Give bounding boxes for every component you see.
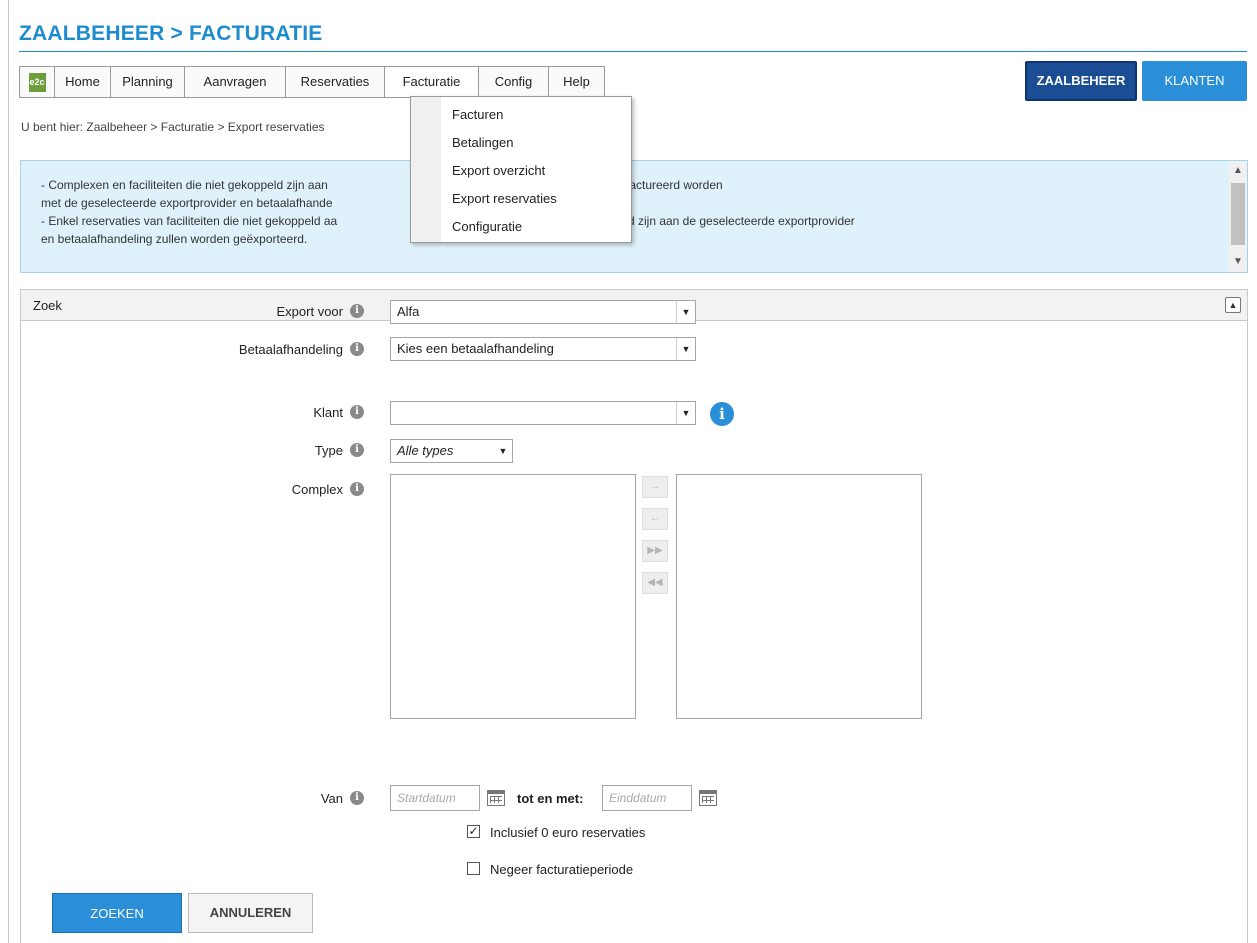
klant-label: Klant: [313, 405, 343, 420]
export-voor-label: Export voor: [276, 304, 343, 319]
betaalafhandeling-label: Betaalafhandeling: [238, 342, 343, 357]
info-icon[interactable]: i: [350, 791, 364, 805]
nav-item-config[interactable]: Config: [479, 67, 549, 97]
menu-item-betalingen[interactable]: Betalingen: [452, 135, 513, 150]
negeer-facturatieperiode-checkbox[interactable]: [467, 862, 480, 875]
scroll-thumb[interactable]: [1231, 183, 1245, 245]
facturatie-dropdown-menu: Facturen Betalingen Export overzicht Exp…: [410, 96, 632, 243]
logo-icon: e2c: [28, 72, 46, 92]
info-icon[interactable]: i: [350, 304, 364, 318]
export-voor-value: Alfa: [397, 304, 420, 319]
betaalafhandeling-select[interactable]: Kies een betaalafhandeling ▼: [390, 337, 696, 361]
breadcrumb: U bent hier: Zaalbeheer > Facturatie > E…: [21, 120, 325, 134]
cancel-button[interactable]: ANNULEREN: [188, 893, 313, 933]
move-left-icon[interactable]: ←: [642, 508, 668, 530]
window-border: [8, 0, 9, 943]
nav-item-planning[interactable]: Planning: [111, 67, 185, 97]
zaalbeheer-button[interactable]: ZAALBEHEER: [1025, 61, 1137, 101]
info-icon[interactable]: i: [350, 443, 364, 457]
export-voor-select[interactable]: Alfa ▼: [390, 300, 696, 324]
info-icon[interactable]: i: [350, 342, 364, 356]
chevron-down-icon: ▼: [676, 301, 695, 323]
klanten-button[interactable]: KLANTEN: [1142, 61, 1247, 101]
app-logo[interactable]: e2c: [20, 67, 55, 97]
inclusief-0-euro-checkbox[interactable]: ✓: [467, 825, 480, 838]
inclusief-0-euro-label: Inclusief 0 euro reservaties: [490, 825, 646, 840]
collapse-icon[interactable]: ▲: [1225, 297, 1241, 313]
nav-item-aanvragen[interactable]: Aanvragen: [185, 67, 286, 97]
search-button[interactable]: ZOEKEN: [52, 893, 182, 933]
move-all-left-icon[interactable]: ◀◀: [642, 572, 668, 594]
info-line: en betaalafhandeling zullen worden geëxp…: [41, 232, 308, 246]
scroll-down-icon[interactable]: ▼: [1229, 254, 1247, 270]
van-label: Van: [320, 791, 343, 806]
menu-item-export-reservaties[interactable]: Export reservaties: [452, 191, 557, 206]
panel-title: Zoek: [33, 298, 62, 313]
menu-item-configuratie[interactable]: Configuratie: [452, 219, 522, 234]
info-message: - Complexen en faciliteiten die niet gek…: [20, 160, 1248, 273]
page-title: ZAALBEHEER > FACTURATIE: [19, 22, 323, 45]
info-icon[interactable]: i: [350, 482, 364, 496]
chevron-down-icon: ▼: [676, 402, 695, 424]
nav-item-facturatie[interactable]: Facturatie: [385, 67, 479, 97]
nav-item-help[interactable]: Help: [549, 67, 604, 97]
chevron-down-icon: ▼: [676, 338, 695, 360]
nav-item-home[interactable]: Home: [55, 67, 111, 97]
betaalafhandeling-value: Kies een betaalafhandeling: [397, 341, 554, 356]
info-icon[interactable]: i: [350, 405, 364, 419]
type-value: Alle types: [397, 443, 454, 458]
complex-label: Complex: [291, 482, 343, 497]
type-select[interactable]: Alle types ▼: [390, 439, 513, 463]
klant-select[interactable]: ▼: [390, 401, 696, 425]
title-divider: [19, 51, 1247, 52]
complex-available-list[interactable]: [390, 474, 636, 719]
calendar-icon[interactable]: [487, 790, 505, 806]
klant-info-icon[interactable]: i: [710, 402, 734, 426]
menu-item-facturen[interactable]: Facturen: [452, 107, 503, 122]
calendar-icon[interactable]: [699, 790, 717, 806]
complex-selected-list[interactable]: [676, 474, 922, 719]
scroll-up-icon[interactable]: ▲: [1229, 163, 1247, 179]
main-nav: e2c Home Planning Aanvragen Reservaties …: [19, 66, 605, 98]
menu-item-export-overzicht[interactable]: Export overzicht: [452, 163, 545, 178]
info-scrollbar[interactable]: ▲ ▼: [1229, 161, 1247, 272]
move-all-right-icon[interactable]: ▶▶: [642, 540, 668, 562]
start-date-input[interactable]: Startdatum: [390, 785, 480, 811]
info-line: met de geselecteerde exportprovider en b…: [41, 196, 333, 210]
move-right-icon[interactable]: →: [642, 476, 668, 498]
tot-en-met-label: tot en met:: [517, 791, 584, 806]
negeer-facturatieperiode-label: Negeer facturatieperiode: [490, 862, 634, 877]
nav-item-reservaties[interactable]: Reservaties: [286, 67, 385, 97]
end-date-input[interactable]: Einddatum: [602, 785, 692, 811]
chevron-down-icon: ▼: [498, 446, 508, 456]
type-label: Type: [314, 443, 343, 458]
